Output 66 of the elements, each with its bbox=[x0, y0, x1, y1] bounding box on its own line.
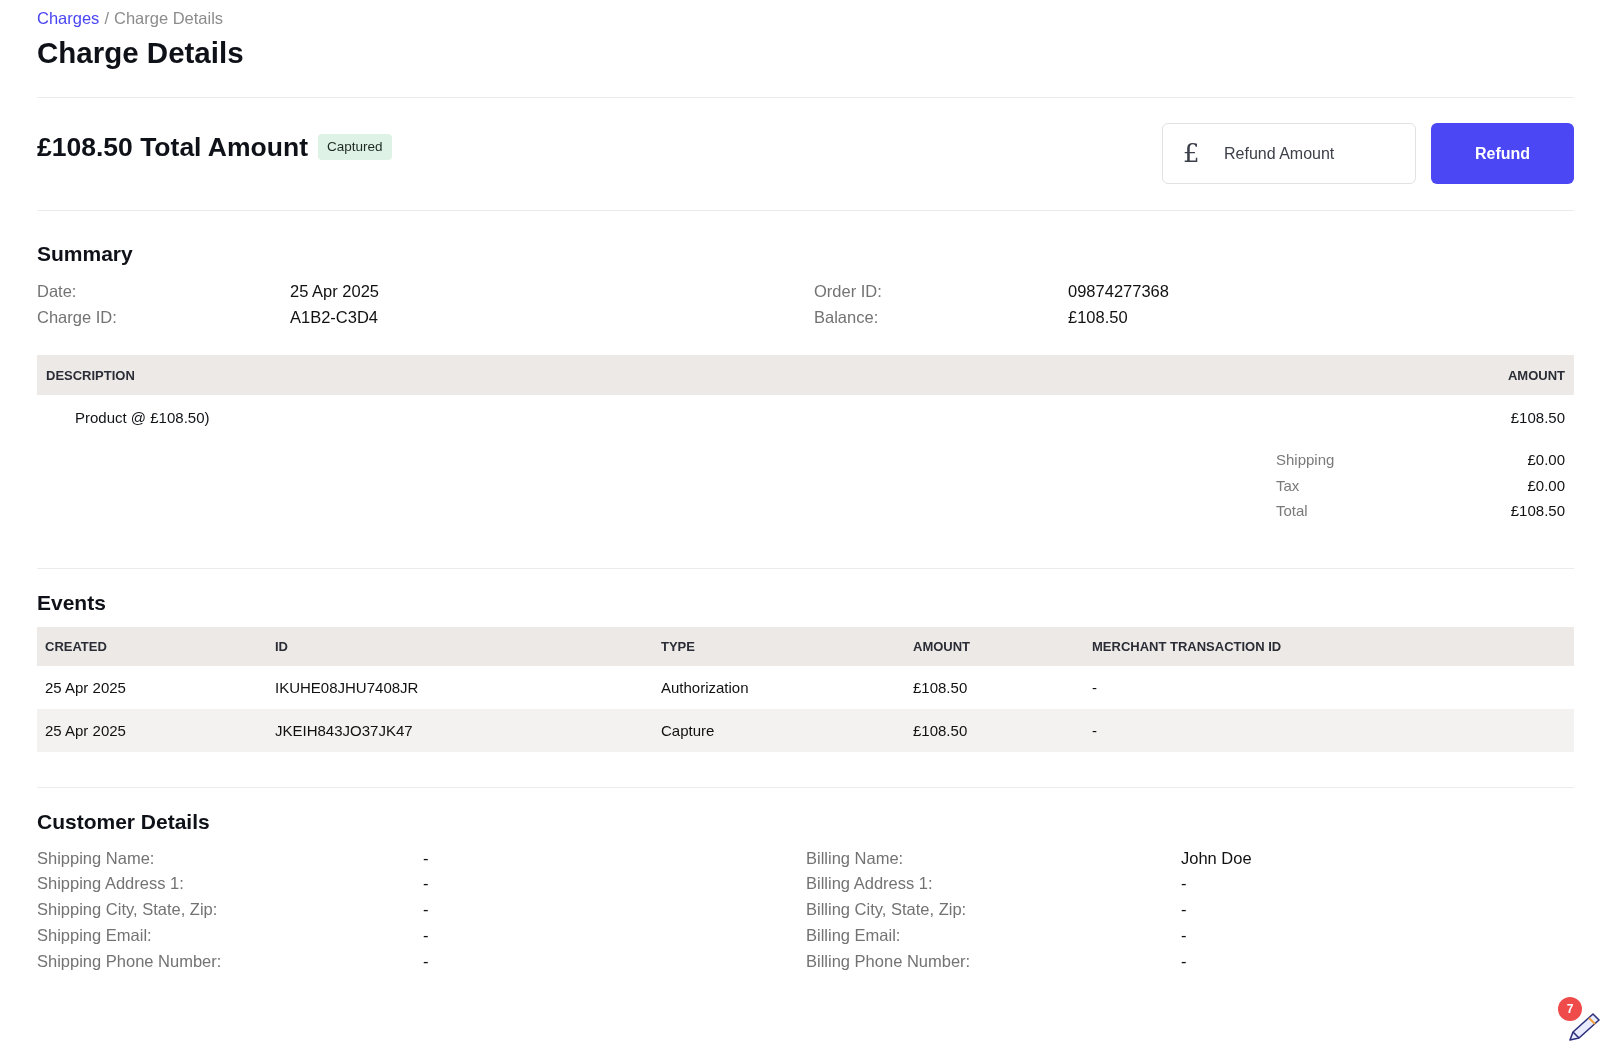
refund-button[interactable]: Refund bbox=[1431, 123, 1574, 184]
field-value: - bbox=[1181, 924, 1188, 946]
section-title: Summary bbox=[37, 241, 134, 267]
field-label: Billing City, State, Zip: bbox=[806, 899, 968, 921]
field-label: Billing Email: bbox=[806, 924, 902, 946]
total-value: £0.00 bbox=[1526, 450, 1565, 470]
field-value: - bbox=[423, 873, 430, 895]
field-value: A1B2-C3D4 bbox=[290, 307, 380, 328]
field-label: Charge ID: bbox=[37, 307, 118, 328]
column-header: AMOUNT bbox=[912, 638, 972, 654]
field-value: - bbox=[1181, 899, 1188, 921]
section-title: Customer Details bbox=[37, 808, 211, 835]
field-value: - bbox=[423, 950, 430, 972]
field-value: - bbox=[1181, 873, 1188, 895]
field-value: John Doe bbox=[1181, 847, 1253, 869]
table-cell-text: - bbox=[1091, 678, 1098, 696]
field-label: Billing Address 1: bbox=[806, 873, 934, 895]
breadcrumb-link[interactable]: Charges bbox=[37, 8, 100, 28]
field-value: - bbox=[423, 899, 430, 921]
table-cell-text: 25 Apr 2025 bbox=[44, 721, 127, 739]
field-label: Shipping Name: bbox=[37, 847, 156, 869]
field-label: Date: bbox=[37, 281, 78, 302]
field-label: Billing Name: bbox=[806, 847, 905, 869]
column-header: TYPE bbox=[660, 638, 696, 654]
table-cell-text: - bbox=[1091, 721, 1098, 739]
table-cell-text: 25 Apr 2025 bbox=[44, 678, 127, 696]
field-value: 09874277368 bbox=[1068, 281, 1170, 302]
column-header: AMOUNT bbox=[1507, 367, 1565, 383]
field-value: - bbox=[423, 924, 430, 946]
field-label: Billing Phone Number: bbox=[806, 950, 972, 972]
table-cell-text: IKUHE08JHU7408JR bbox=[274, 678, 420, 696]
field-label: Shipping Address 1: bbox=[37, 873, 185, 895]
table-cell: Product @ £108.50) bbox=[75, 408, 210, 426]
table-cell: £108.50 bbox=[1510, 408, 1565, 426]
notification-badge: 7 bbox=[1558, 997, 1582, 1021]
status-badge: Captured bbox=[317, 134, 392, 160]
column-header: CREATED bbox=[44, 638, 108, 654]
field-label: Shipping Email: bbox=[37, 924, 153, 946]
table-cell-text: £108.50 bbox=[912, 721, 969, 739]
field-label: Shipping Phone Number: bbox=[37, 950, 223, 972]
field-label: Balance: bbox=[814, 307, 880, 328]
field-value: - bbox=[423, 847, 430, 869]
breadcrumb-separator: / bbox=[104, 8, 109, 28]
total-label: Shipping bbox=[1276, 450, 1336, 470]
total-value: £108.50 bbox=[1510, 501, 1565, 521]
column-header: ID bbox=[274, 638, 289, 654]
field-value: £108.50 bbox=[1068, 307, 1129, 328]
field-value: 25 Apr 2025 bbox=[290, 281, 380, 302]
table-cell-text: Authorization bbox=[660, 678, 750, 696]
table-cell-text: JKEIH843JO37JK47 bbox=[274, 721, 414, 739]
total-amount-title: £108.50 Total Amount bbox=[37, 132, 308, 162]
section-title: Events bbox=[37, 589, 107, 616]
column-header: DESCRIPTION bbox=[46, 367, 135, 383]
column-header: MERCHANT TRANSACTION ID bbox=[1091, 638, 1283, 654]
currency-symbol: £ bbox=[1183, 138, 1200, 168]
table-cell-text: £108.50 bbox=[912, 678, 969, 696]
total-value: £0.00 bbox=[1526, 475, 1565, 496]
page-title: Charge Details bbox=[37, 35, 245, 71]
field-label: Shipping City, State, Zip: bbox=[37, 899, 219, 921]
table-cell-text: Capture bbox=[660, 721, 716, 739]
breadcrumb-current: Charge Details bbox=[113, 8, 224, 28]
total-label: Tax bbox=[1276, 475, 1301, 496]
field-value: - bbox=[1181, 950, 1188, 972]
field-label: Order ID: bbox=[814, 281, 883, 302]
pencil-icon[interactable] bbox=[1569, 1013, 1600, 1041]
total-label: Total bbox=[1276, 501, 1309, 521]
